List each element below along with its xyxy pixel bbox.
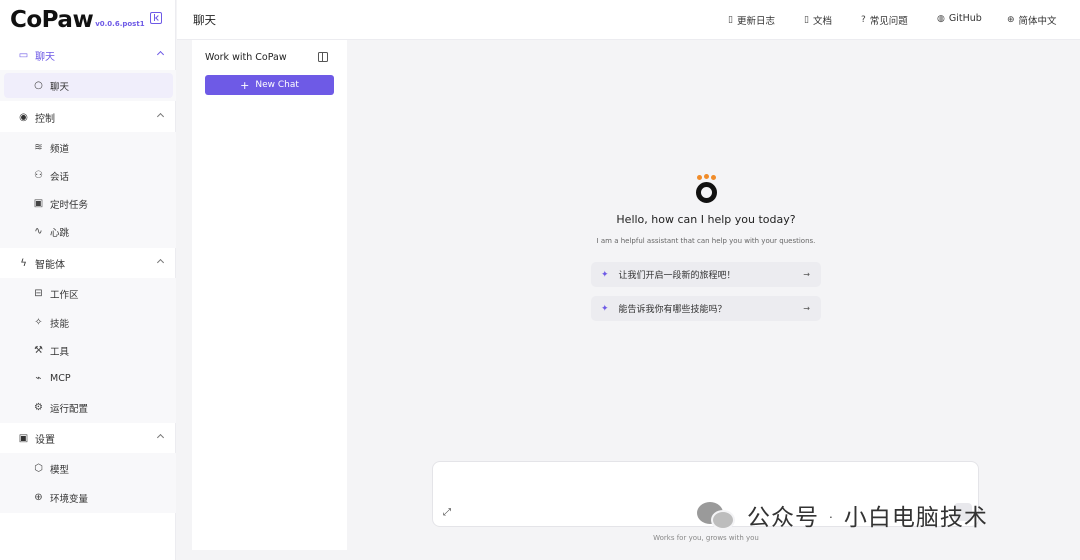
sidebar-item-mcp[interactable]: ⌁ MCP [4, 366, 173, 391]
chevron-up-icon [156, 258, 165, 267]
chevron-up-icon [156, 50, 165, 59]
paw-ring [696, 182, 717, 203]
nav-docs[interactable]: ▯ 文档 [804, 13, 832, 27]
nav-faq[interactable]: ? 常见问题 [861, 13, 908, 27]
sidebar-group-control[interactable]: ◉ 控制 [0, 102, 176, 132]
sidebar-group-agent[interactable]: ϟ 智能体 [0, 248, 176, 278]
nav-changelog[interactable]: ▯ 更新日志 [728, 13, 775, 27]
sidebar: CoPaw v0.0.6.post1 ▭ 聊天 ○ 聊天 ◉ 控制 ≋ 频道 ⚇… [0, 0, 176, 560]
globe-icon: ⊕ [34, 492, 43, 503]
zap-icon: ϟ [20, 257, 27, 269]
composer-footer: Works for you, grows with you [653, 534, 759, 542]
new-chat-button[interactable]: + New Chat [205, 75, 334, 95]
sidebar-group-label: 智能体 [35, 259, 65, 271]
nav-label: 常见问题 [869, 16, 908, 27]
sidebar-item-models[interactable]: ⬡ 模型 [4, 456, 173, 481]
panel-toggle-icon[interactable] [318, 52, 328, 62]
nav-language[interactable]: ⊕ 简体中文 [1007, 13, 1057, 27]
sidebar-item-sessions[interactable]: ⚇ 会话 [4, 163, 173, 188]
suggested-prompt[interactable]: ✦ 能告诉我你有哪些技能吗？ → [591, 296, 821, 321]
sidebar-item-label: 模型 [50, 464, 70, 476]
sparkle-icon: ✦ [601, 303, 609, 314]
globe-icon: ⊕ [1007, 15, 1015, 25]
sparkles-icon: ✧ [34, 317, 43, 328]
sidebar-item-label: 定时任务 [50, 199, 89, 211]
sidebar-item-workspace[interactable]: ⊟ 工作区 [4, 281, 173, 306]
sidebar-item-heartbeat[interactable]: ∿ 心跳 [4, 219, 173, 244]
heartbeat-icon: ∿ [34, 226, 43, 237]
app-logo[interactable]: CoPaw [10, 7, 94, 33]
sparkle-icon: ✦ [601, 269, 609, 280]
plus-icon: + [240, 78, 250, 92]
plug-icon: ⌁ [35, 373, 42, 384]
sidebar-item-label: 环境变量 [50, 493, 89, 505]
sidebar-collapse-icon[interactable] [150, 12, 162, 24]
sidebar-item-runtime-config[interactable]: ⚙ 运行配置 [4, 395, 173, 420]
sidebar-item-channels[interactable]: ≋ 频道 [4, 135, 173, 160]
sidebar-item-label: 技能 [50, 318, 70, 330]
broadcast-icon: ◉ [19, 111, 28, 123]
users-icon: ⚇ [34, 170, 43, 181]
github-icon: ◍ [937, 13, 945, 24]
sessions-panel: Work with CoPaw + New Chat [192, 40, 347, 550]
sidebar-item-label: 运行配置 [50, 403, 89, 415]
copaw-paw-logo [696, 174, 718, 204]
cube-icon: ⬡ [34, 463, 43, 474]
sidebar-item-label: 工作区 [50, 289, 79, 301]
suggested-prompt[interactable]: ✦ 让我们开启一段新的旅程吧！ → [591, 262, 821, 287]
sidebar-item-label: MCP [50, 373, 71, 384]
sidebar-group-label: 控制 [35, 113, 55, 125]
nav-label: 文档 [812, 16, 832, 27]
sidebar-item-label: 频道 [50, 143, 70, 155]
nav-label: 更新日志 [736, 16, 775, 27]
sidebar-item-chat[interactable]: ○ 聊天 [4, 73, 173, 98]
file-text-icon: ▯ [728, 15, 733, 25]
sidebar-item-scheduled-tasks[interactable]: ▣ 定时任务 [4, 191, 173, 216]
cpu-icon: ▣ [18, 432, 29, 444]
briefcase-icon: ⊟ [34, 288, 43, 299]
sidebar-item-tools[interactable]: ⚒ 工具 [4, 338, 173, 363]
nav-github[interactable]: ◍ GitHub [937, 13, 982, 24]
sidebar-group-label: 聊天 [35, 51, 55, 63]
brand: CoPaw v0.0.6.post1 [0, 0, 175, 40]
sidebar-group-settings[interactable]: ▣ 设置 [0, 423, 176, 453]
chat-bubble-icon: ○ [34, 80, 43, 91]
nav-label: 简体中文 [1018, 16, 1057, 27]
prompt-text: 让我们开启一段新的旅程吧！ [618, 271, 736, 281]
sidebar-item-env-vars[interactable]: ⊕ 环境变量 [4, 485, 173, 510]
sidebar-item-label: 工具 [50, 346, 70, 358]
sidebar-item-label: 会话 [50, 171, 70, 183]
sidebar-group-chat[interactable]: ▭ 聊天 [0, 40, 176, 70]
file-icon: ▯ [804, 15, 809, 25]
nav-label: GitHub [948, 13, 982, 24]
paw-dot [704, 174, 709, 179]
paw-dot [711, 175, 716, 180]
prompt-text: 能告诉我你有哪些技能吗？ [618, 305, 727, 315]
paw-dot [697, 175, 702, 180]
wifi-icon: ≋ [34, 142, 43, 153]
chevron-up-icon [156, 433, 165, 442]
chevron-up-icon [156, 112, 165, 121]
message-icon: ▭ [18, 49, 29, 61]
gear-icon: ⚙ [34, 402, 43, 413]
page-title: 聊天 [193, 13, 216, 27]
new-chat-label: New Chat [255, 80, 299, 90]
welcome-subtitle: I am a helpful assistant that can help y… [596, 237, 816, 245]
sidebar-item-label: 心跳 [50, 227, 70, 239]
wechat-icon [697, 500, 737, 530]
arrow-right-icon: → [803, 304, 810, 313]
sessions-title: Work with CoPaw [205, 52, 287, 63]
watermark: 公众号 · 小白电脑技术 [697, 498, 988, 532]
watermark-text: 公众号 · 小白电脑技术 [747, 505, 988, 531]
version-label: v0.0.6.post1 [95, 20, 145, 28]
sidebar-item-label: 聊天 [50, 81, 70, 93]
expand-icon[interactable]: ⤢ [443, 507, 451, 518]
sidebar-item-skills[interactable]: ✧ 技能 [4, 310, 173, 335]
wrench-icon: ⚒ [34, 345, 43, 356]
arrow-right-icon: → [803, 270, 810, 279]
help-circle-icon: ? [861, 15, 866, 25]
calendar-clock-icon: ▣ [33, 198, 44, 209]
welcome-title: Hello, how can I help you today? [616, 213, 796, 226]
sidebar-group-label: 设置 [35, 434, 55, 446]
